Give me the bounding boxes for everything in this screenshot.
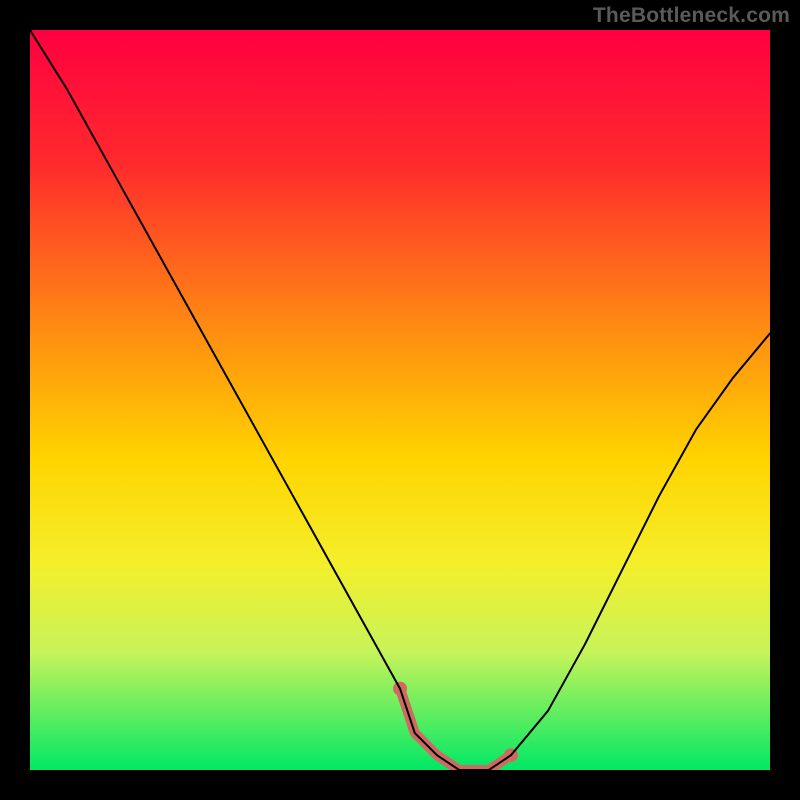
watermark-label: TheBottleneck.com (593, 4, 790, 28)
chart-frame: TheBottleneck.com (0, 0, 800, 800)
gradient-background (30, 30, 770, 770)
bottleneck-chart (30, 30, 770, 770)
